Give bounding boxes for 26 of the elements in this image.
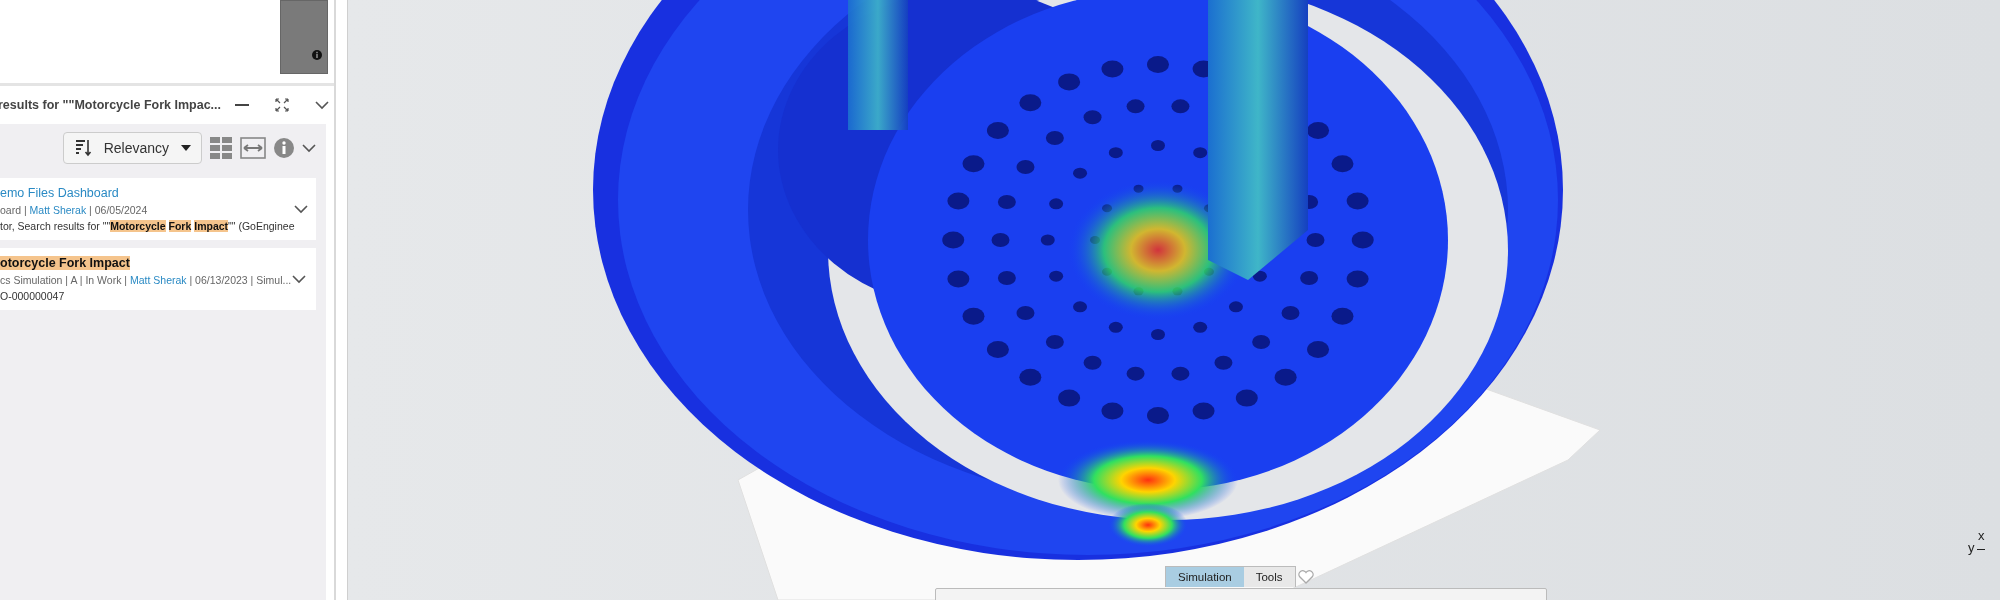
result-title[interactable]: emo Files Dashboard <box>0 186 295 200</box>
info-icon[interactable] <box>274 138 294 158</box>
minimize-icon[interactable] <box>235 104 250 106</box>
result-snippet: tor, Search results for ""Motorcycle Fork Impact"" (GoEnginee <box>0 220 295 232</box>
result-snippet: O-000000047 <box>0 290 66 302</box>
chevron-down-icon[interactable] <box>292 274 306 284</box>
sort-dropdown[interactable]: Relevancy <box>62 132 202 164</box>
result-card[interactable]: emo Files Dashboard oard | Matt Sherak | 06/05/2024 tor, Search results for ""Motorcycle Fork Impact"" (GoEnginee <box>0 178 316 240</box>
chevron-down-icon[interactable] <box>302 143 316 153</box>
author-link[interactable]: Matt Sherak <box>29 204 87 216</box>
grid-view-icon[interactable] <box>210 137 232 159</box>
result-title[interactable]: otorcycle Fork Impact <box>0 256 130 270</box>
result-meta: oard | Matt Sherak | 06/05/2024 <box>0 204 149 216</box>
expand-icon[interactable] <box>275 98 290 112</box>
author-link[interactable]: Matt Sherak <box>129 274 187 286</box>
ribbon-tab[interactable]: Simulation <box>1166 567 1244 587</box>
info-icon[interactable] <box>312 50 322 60</box>
axis-label: x <box>1978 528 1985 543</box>
sort-icon <box>75 139 92 157</box>
result-meta: cs Simulation | A | In Work | Matt Sherak | 06/13/2023 | Simul... <box>0 274 292 286</box>
axis-label: y <box>1968 540 1975 555</box>
chevron-down-icon[interactable] <box>294 204 309 214</box>
result-card[interactable]: otorcycle Fork Impact cs Simulation | A | In Work | Matt Sherak | 06/13/2023 | Simul... O-000000047 <box>0 248 316 310</box>
caret-icon <box>181 145 191 151</box>
chevron-down-icon[interactable] <box>315 100 330 110</box>
fit-width-icon[interactable] <box>240 137 266 159</box>
